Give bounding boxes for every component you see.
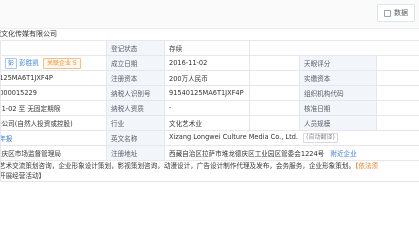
value-taxpayer-id: 91540125MA6T1JXF4P [164,85,250,101]
value-organization-code [375,85,419,101]
data-export-label: 数据 [394,9,408,17]
label-taxpayer-qualification: 纳税人资质 [106,100,165,116]
value-annual-report[interactable]: 3年报 [0,130,107,146]
company-name: 瓏文化传媒有限公司 [0,30,57,38]
related-enterprise-badge[interactable]: 关联企业 5 [43,58,81,69]
business-scope-text: 艺术交流策划咨询，企业形象设计策划，影视策划咨询，动漫设计，广告设计制作代理及发… [0,162,419,181]
label-paid-in-capital: 实缴资本 [299,70,377,86]
value-english-name: Xizang Longwei Culture Media Co., Ltd. [169,133,298,141]
value-english-name-cell: Xizang Longwei Culture Media Co., Ltd. (… [163,130,419,146]
avatar: 彭 [5,58,18,69]
business-scope-line-2: 开展经营活动】 [0,172,46,180]
table-row: 3年报 英文名称 Xizang Longwei Culture Media Co… [0,130,419,146]
value-registered-capital: 200万人民币 [164,70,250,86]
table-cell [249,100,300,116]
value-industry: 文化艺术业 [164,115,250,131]
label-tianyan-score: 天眼评分 [299,55,377,71]
legal-representative-cell: 彭 彭胜凯 关联企业 5 [0,55,107,71]
value-staff-size [375,115,419,131]
label-taxpayer-id: 纳税人识别号 [106,85,165,101]
table-cell [249,115,300,131]
value-registered-address-cell: 西藏自治区拉萨市堆龙德庆区工业园区管委会1224号 附近企业 [163,145,419,161]
label-approval-date: 核准日期 [299,100,377,116]
value-tianyan-score [375,55,419,71]
value-registered-address: 西藏自治区拉萨市堆龙德庆区工业园区管委会1224号 [169,150,325,158]
top-toolbar: 数据 [0,0,419,29]
legal-notice-highlight: 【依法须 [355,162,379,170]
table-row: 任公司(自然人投资或控股) 行业 文化艺术业 人员规模 [0,115,419,131]
value-paid-in-capital [375,70,419,86]
value-registration-status: 存续 [164,40,250,56]
label-staff-size: 人员规模 [299,115,377,131]
business-scope-line-1: 艺术交流策划咨询，企业形象设计策划，影视策划咨询，动漫设计，广告设计制作代理及发… [0,162,379,170]
legal-representative-name[interactable]: 彭胜凯 [19,59,39,67]
table-cell [249,55,300,71]
table-row: 彭 彭胜凯 关联企业 5 成立日期 2016-11-02 天眼评分 [0,55,419,71]
label-industry: 行业 [106,115,165,131]
table-cell [248,40,419,56]
table-cell [0,40,107,56]
value-established-date: 2016-11-02 [164,55,250,71]
table-row: 德庆区市场监督管理局 注册地址 西藏自治区拉萨市堆龙德庆区工业园区管委会1224… [0,145,419,161]
label-registration-status: 登记状态 [106,40,165,56]
table-cell [249,85,300,101]
data-export-button[interactable]: 数据 [377,4,415,22]
table-row: 2000015229 纳税人识别号 91540125MA6T1JXF4P 组织机… [0,85,419,101]
business-scope-cell: 艺术交流策划咨询，企业形象设计策划，影视策划咨询，动漫设计，广告设计制作代理及发… [0,160,419,182]
business-info-table: 登记状态 存续 彭 彭胜凯 关联企业 5 成立日期 2016-11-02 天眼评… [0,40,419,182]
label-established-date: 成立日期 [106,55,165,71]
label-organization-code: 组织机构代码 [299,85,377,101]
auto-translate-badge: (自动翻译) [303,133,338,143]
label-english-name: 英文名称 [106,130,165,146]
label-registered-address: 注册地址 [106,145,165,161]
value-business-term: -11-02 至 无固定期限 [0,100,107,116]
label-registered-capital: 注册资本 [106,70,165,86]
document-icon [384,9,391,17]
table-row: 0125MA6T1JXF4P 注册资本 200万人民币 实缴资本 [0,70,419,86]
table-cell [249,70,300,86]
table-row: -11-02 至 无固定期限 纳税人资质 - 核准日期 [0,100,419,116]
value-registration-number: 2000015229 [0,85,107,101]
table-row: 艺术交流策划咨询，企业形象设计策划，影视策划咨询，动漫设计，广告设计制作代理及发… [0,160,419,182]
table-row: 登记状态 存续 [0,40,419,56]
value-taxpayer-qualification: - [164,100,250,116]
value-company-type: 任公司(自然人投资或控股) [0,115,107,131]
value-registration-authority: 德庆区市场监督管理局 [0,145,107,161]
nearby-companies-link[interactable]: 附近企业 [330,150,356,158]
value-credit-code: 0125MA6T1JXF4P [0,70,107,86]
value-approval-date [375,100,419,116]
